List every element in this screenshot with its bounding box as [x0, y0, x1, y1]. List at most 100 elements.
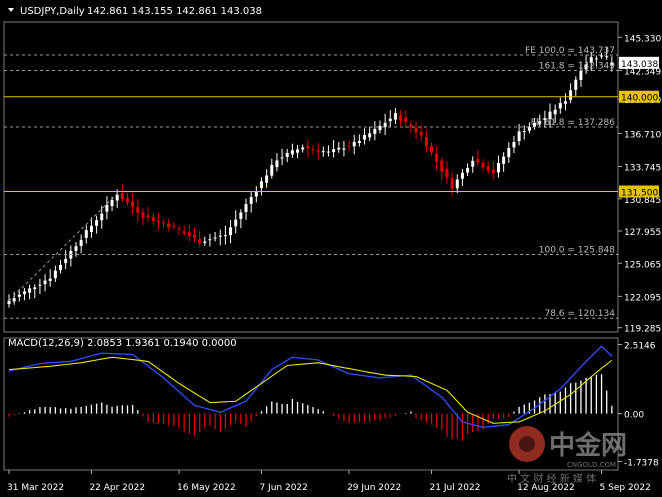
candle-body-down: [445, 168, 449, 178]
candle-body-up: [301, 147, 305, 150]
candle-body-down: [151, 216, 155, 222]
candle-body-up: [363, 135, 367, 140]
candle-body-up: [332, 149, 336, 153]
x-tick-label: 29 Jun 2022: [347, 483, 401, 493]
candle-body-down: [476, 159, 480, 163]
candle-body-up: [100, 213, 104, 221]
candle-body-up: [7, 300, 11, 305]
x-tick-label: 7 Jun 2022: [259, 483, 307, 493]
candle-body-up: [574, 79, 578, 90]
watermark-tagline: 中 文 财 经 新 媒 体: [507, 472, 596, 485]
candle-body-up: [563, 101, 567, 104]
candle-body-up: [95, 220, 99, 226]
watermark-brand: 中金网: [549, 430, 627, 461]
last-price-tag: 143.038: [619, 56, 659, 70]
candle-body-down: [192, 234, 196, 238]
candle-body-up: [229, 227, 233, 236]
price-tick-label: 133.745: [624, 163, 661, 173]
candle-body-down: [419, 132, 423, 136]
candle-body-up: [522, 131, 526, 133]
candle-body-down: [311, 149, 315, 151]
candle-body-up: [460, 172, 464, 179]
candle-body-up: [275, 160, 279, 168]
candle-body-down: [424, 136, 428, 147]
candle-body-up: [342, 148, 346, 150]
candle-body-down: [182, 231, 186, 234]
candle-body-up: [249, 197, 253, 204]
candle-body-up: [558, 103, 562, 109]
candle-body-up: [84, 230, 88, 238]
candle-body-down: [162, 222, 166, 224]
candle-body-down: [316, 150, 320, 152]
candle-body-up: [594, 58, 598, 60]
candle-body-up: [110, 199, 114, 207]
candle-body-up: [12, 298, 16, 302]
candle-body-up: [352, 141, 356, 147]
candle-body-up: [326, 151, 330, 153]
x-tick-label: 16 May 2022: [177, 483, 236, 493]
candle-body-up: [512, 141, 516, 148]
candle-body-down: [306, 146, 310, 149]
level-tag-text: 131.500: [621, 188, 658, 198]
candle-body-up: [368, 133, 372, 138]
price-tick-label: 136.710: [624, 130, 661, 140]
candle-body-up: [290, 150, 294, 155]
candle-body-down: [177, 228, 181, 230]
candle-body-down: [172, 225, 176, 227]
macd-tick-label: 2.5146: [624, 341, 656, 351]
level-label: FE 61.8 = 137.286: [531, 118, 616, 128]
x-tick-label: 21 Jul 2022: [430, 483, 481, 493]
candle-body-up: [502, 156, 506, 164]
level-label: 78.6 = 120.134: [544, 309, 615, 319]
candle-body-down: [399, 115, 403, 121]
macd-title: MACD(12,26,9) 2.0853 1.9361 0.1940 0.000…: [8, 338, 237, 349]
candle-body-up: [239, 212, 243, 219]
candle-body-down: [435, 153, 439, 162]
candle-body-up: [373, 128, 377, 134]
candle-body-down: [141, 212, 145, 218]
candle-body-up: [43, 280, 47, 285]
candle-body-up: [357, 141, 361, 143]
candle-body-up: [64, 258, 68, 264]
candle-body-up: [59, 264, 63, 271]
candle-body-down: [198, 239, 202, 244]
candle-body-down: [156, 221, 160, 223]
x-tick-label: 31 Mar 2022: [7, 483, 64, 493]
candle-body-up: [296, 149, 300, 153]
candle-body-up: [218, 235, 222, 237]
candle-body-up: [213, 237, 217, 239]
level-label: 100.0 = 125.848: [539, 246, 616, 256]
candle-body-up: [605, 56, 609, 58]
candle-body-up: [79, 240, 83, 246]
candle-body-up: [234, 219, 238, 227]
candle-body-up: [496, 162, 500, 173]
candle-body-up: [466, 168, 470, 173]
candle-body-up: [579, 70, 583, 80]
price-tick-label: 127.955: [624, 228, 661, 238]
candle-body-up: [28, 288, 32, 293]
candle-body-up: [208, 239, 212, 241]
candle-body-up: [265, 175, 269, 183]
candle-body-up: [553, 109, 557, 115]
level-tag: 140.000: [619, 90, 659, 104]
candle-body-up: [337, 147, 341, 150]
level-label: FE 100.0 = 143.737: [525, 46, 615, 56]
candle-body-down: [481, 162, 485, 168]
level-tag-text: 140.000: [621, 94, 658, 104]
candle-body-up: [455, 179, 459, 189]
candle-body-up: [53, 270, 57, 279]
candle-body-down: [126, 198, 130, 203]
candle-body-up: [270, 164, 274, 176]
candle-body-up: [254, 191, 258, 197]
candle-body-down: [146, 215, 150, 218]
candle-body-down: [440, 160, 444, 172]
last-price-text: 143.038: [621, 60, 658, 70]
price-tick-label: 125.065: [624, 260, 661, 270]
candle-body-up: [517, 131, 521, 142]
candle-body-down: [450, 177, 454, 189]
candle-body-up: [471, 160, 475, 167]
candle-body-up: [285, 152, 289, 157]
candle-body-up: [280, 157, 284, 159]
watermark-sub: CNGOLD.COM: [567, 461, 616, 469]
candle-body-down: [167, 223, 171, 228]
